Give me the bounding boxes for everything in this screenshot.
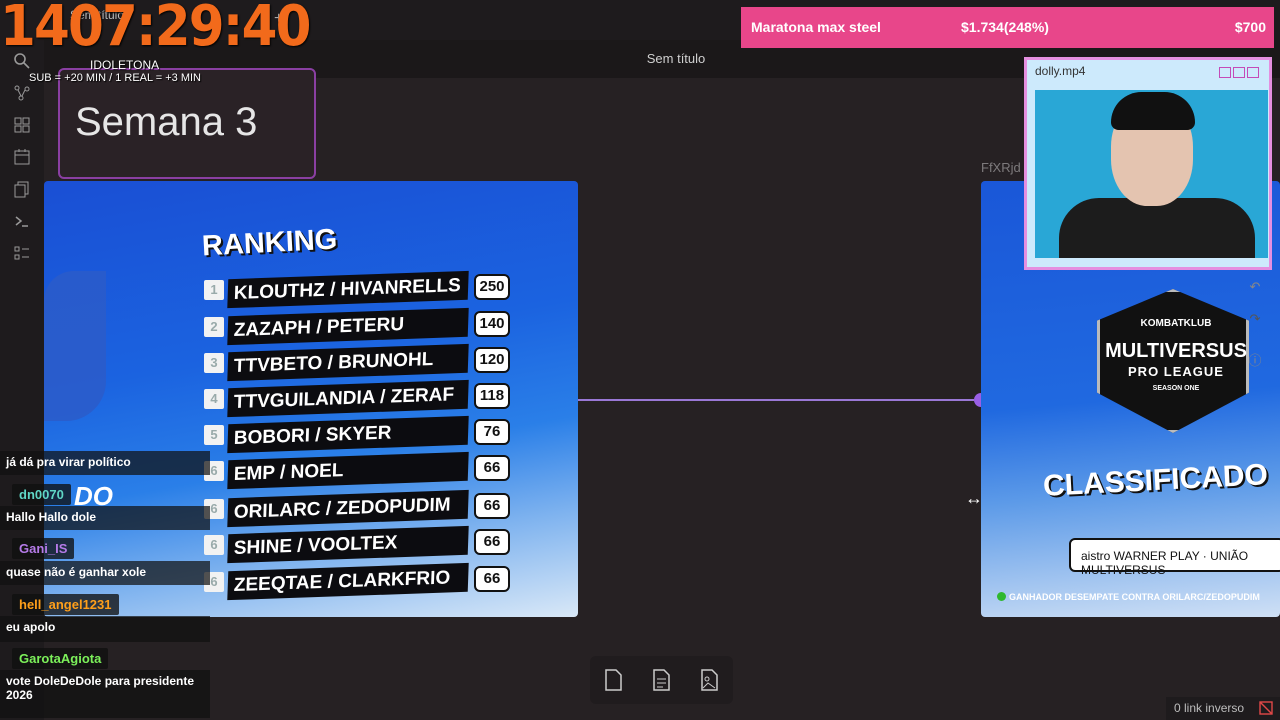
ranking-team: TTVBETO / BRUNOHL xyxy=(227,343,469,382)
webcam-window: dolly.mp4 xyxy=(1024,57,1272,270)
ranking-team: KLOUTHZ / HIVANRELLS xyxy=(227,270,469,309)
chat-username: dn0070 xyxy=(12,484,71,505)
goal-target: $700 xyxy=(1234,19,1266,35)
ranking-points: 120 xyxy=(474,347,510,373)
character-art xyxy=(44,271,106,421)
classificado-footer: GANHADOR DESEMPATE CONTRA ORILARC/ZEDOPU… xyxy=(1009,592,1260,602)
ranking-row: 6 ZEEQTAE / CLARKFRIO 66 xyxy=(204,562,510,601)
donation-goal-bar: Maratona max steel $1.734(248%) $700 xyxy=(741,7,1274,48)
node-label: FfXRjd xyxy=(981,160,1021,175)
ranking-row: 2 ZAZAPH / PETERU 140 xyxy=(204,307,510,346)
ranking-row: 4 TTVGUILANDIA / ZERAF 118 xyxy=(204,379,510,418)
ranking-position: 2 xyxy=(204,317,224,337)
ranking-team: ORILARC / ZEDOPUDIM xyxy=(227,489,469,528)
ranking-title: RANKING xyxy=(201,223,339,263)
week-title: Semana 3 xyxy=(75,100,258,144)
close-icon xyxy=(1247,67,1259,78)
ranking-row: 6 SHINE / VOOLTEX 66 xyxy=(204,525,510,564)
ranking-position: 5 xyxy=(204,425,224,445)
redo-icon[interactable]: ↷ xyxy=(1242,306,1268,332)
week-text-node[interactable]: Semana 3 xyxy=(58,68,316,179)
maximize-icon xyxy=(1233,67,1245,78)
ranking-points: 118 xyxy=(474,383,510,409)
ranking-position: 1 xyxy=(204,280,224,300)
ranking-team: ZAZAPH / PETERU xyxy=(227,307,469,346)
window-controls xyxy=(1217,65,1261,78)
ranking-position: 3 xyxy=(204,353,224,373)
ranking-points: 66 xyxy=(474,529,510,555)
badge-sub-text: PRO LEAGUE xyxy=(1128,364,1224,379)
add-media-icon[interactable] xyxy=(697,668,721,692)
ranking-team: TTVGUILANDIA / ZERAF xyxy=(227,379,469,418)
canvas-edge[interactable] xyxy=(578,399,974,401)
chat-username: Gani_IS xyxy=(12,538,75,559)
sync-status-icon[interactable] xyxy=(1258,700,1274,716)
ranking-image-node[interactable]: RANKING DO 1 KLOUTHZ / HIVANRELLS 250 2 ZAZA… xyxy=(44,181,578,617)
ranking-row: 5 BOBORI / SKYER 76 xyxy=(204,415,510,454)
subathon-timer: 1407:29:40 xyxy=(0,0,311,59)
ranking-row: 1 KLOUTHZ / HIVANRELLS 250 xyxy=(204,270,510,309)
ranking-points: 66 xyxy=(474,493,510,519)
sponsor-bar: aistro WARNER PLAY · UNIÃO MULTIVERSUS xyxy=(1069,538,1280,577)
terminal-icon[interactable] xyxy=(13,212,31,230)
ranking-team: SHINE / VOOLTEX xyxy=(227,525,469,564)
list-icon[interactable] xyxy=(13,244,31,262)
person-hair xyxy=(1111,92,1195,130)
undo-icon[interactable]: ↶ xyxy=(1242,274,1268,300)
ranking-points: 250 xyxy=(474,274,510,300)
badge-season-text: SEASON ONE xyxy=(1152,385,1200,392)
ranking-row: 6 ORILARC / ZEDOPUDIM 66 xyxy=(204,489,510,528)
webcam-feed xyxy=(1035,90,1268,258)
person-shirt xyxy=(1059,198,1255,258)
ranking-position: 4 xyxy=(204,389,224,409)
ranking-points: 140 xyxy=(474,311,510,337)
minimize-icon xyxy=(1219,67,1231,78)
chat-message: Hallo Hallo dole xyxy=(0,506,210,530)
badge-main-text: MULTIVERSUS xyxy=(1105,340,1247,362)
graph-view-icon[interactable] xyxy=(13,84,31,102)
help-icon[interactable]: ⓘ xyxy=(1242,348,1268,374)
subathon-rules: SUB = +20 MIN / 1 REAL = +3 MIN xyxy=(29,72,201,84)
chat-username: GarotaAgiota xyxy=(12,648,109,669)
add-note-icon[interactable] xyxy=(649,668,673,692)
calendar-icon[interactable] xyxy=(13,148,31,166)
add-card-icon[interactable] xyxy=(601,668,625,692)
sponsor-logos: aistro WARNER PLAY · UNIÃO MULTIVERSUS xyxy=(1081,549,1249,577)
ranking-points: 76 xyxy=(474,419,510,445)
pro-league-badge: KOMBATKLUB MULTIVERSUS PRO LEAGUE SEASON… xyxy=(1097,289,1249,433)
copy-icon[interactable] xyxy=(13,180,31,198)
chat-message: eu apolo xyxy=(0,616,210,642)
status-bar: 0 link inverso xyxy=(1166,697,1280,720)
chat-message: quase não é ganhar xole xyxy=(0,561,210,585)
ranking-row: 3 TTVBETO / BRUNOHL 120 xyxy=(204,343,510,382)
badge-top-text: KOMBATKLUB xyxy=(1140,318,1212,329)
ranking-team: ZEEQTAE / CLARKFRIO xyxy=(227,562,469,601)
ranking-team: EMP / NOEL xyxy=(227,451,469,490)
backlinks-count[interactable]: 0 link inverso xyxy=(1174,701,1244,715)
goal-progress: $1.734(248%) xyxy=(961,19,1049,35)
chat-message: já dá pra virar político xyxy=(0,451,210,475)
ranking-points: 66 xyxy=(474,455,510,481)
ranking-row: 6 EMP / NOEL 66 xyxy=(204,451,510,490)
canvas-grid-icon[interactable] xyxy=(13,116,31,134)
webcam-title: dolly.mp4 xyxy=(1035,64,1086,78)
ranking-team: BOBORI / SKYER xyxy=(227,415,469,454)
canvas-bottom-toolbar xyxy=(590,656,733,704)
classificado-title: CLASSIFICADO xyxy=(1042,458,1269,503)
status-dot xyxy=(997,592,1006,601)
ranking-points: 66 xyxy=(474,566,510,592)
chat-username: hell_angel1231 xyxy=(12,594,119,615)
channel-name: IDOLETONA xyxy=(90,58,160,72)
chat-message: vote DoleDeDole para presidente 2026 xyxy=(0,670,210,718)
ranking-position: 6 xyxy=(204,535,224,555)
goal-title: Maratona max steel xyxy=(751,19,881,35)
